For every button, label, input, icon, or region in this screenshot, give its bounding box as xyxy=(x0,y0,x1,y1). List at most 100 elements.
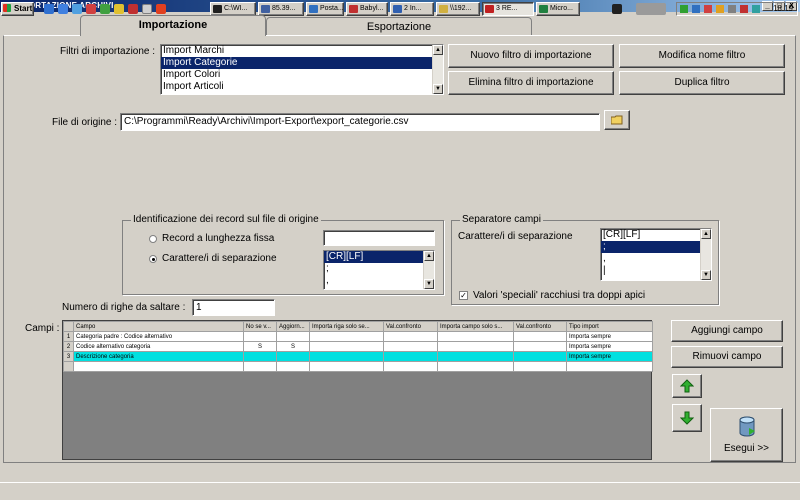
cell[interactable] xyxy=(513,341,567,352)
cell[interactable] xyxy=(383,351,438,362)
cell[interactable] xyxy=(566,361,653,372)
browse-button[interactable] xyxy=(604,110,630,130)
tab-esportazione[interactable]: Esportazione xyxy=(266,17,532,35)
field-sep-item[interactable]: [CR][LF] xyxy=(601,229,711,241)
cell[interactable]: Importa sempre xyxy=(566,331,653,342)
grid-header[interactable]: Aggiorn... xyxy=(276,321,310,332)
quicklaunch-icon[interactable] xyxy=(142,4,152,14)
tray-icon[interactable] xyxy=(704,5,712,13)
tray-icon[interactable] xyxy=(692,5,700,13)
move-up-button[interactable] xyxy=(672,374,702,398)
quicklaunch-icon[interactable] xyxy=(58,4,68,14)
table-row[interactable]: 1 Categoria padre : Codice alternativo I… xyxy=(63,331,653,342)
cell[interactable] xyxy=(309,331,384,342)
record-sep-scrollbar[interactable]: ▲ ▼ xyxy=(423,251,434,289)
quicklaunch-icon[interactable] xyxy=(86,4,96,14)
remove-field-button[interactable]: Rimuovi campo xyxy=(671,346,783,368)
quotes-checkbox[interactable]: ✓ xyxy=(459,291,468,300)
task-button[interactable]: Micro... xyxy=(536,2,580,16)
cell[interactable] xyxy=(243,361,277,372)
duplicate-filter-button[interactable]: Duplica filtro xyxy=(619,71,785,95)
cell[interactable] xyxy=(309,361,384,372)
task-button[interactable]: Posta... xyxy=(306,2,344,16)
add-field-button[interactable]: Aggiungi campo xyxy=(671,320,783,342)
cell[interactable] xyxy=(383,361,438,372)
tray-icon[interactable] xyxy=(716,5,724,13)
filters-scrollbar[interactable]: ▲ ▼ xyxy=(432,45,443,94)
cell[interactable]: S xyxy=(276,341,310,352)
field-sep-scrollbar[interactable]: ▲ ▼ xyxy=(700,229,711,280)
new-filter-button[interactable]: Nuovo filtro di importazione xyxy=(448,44,614,68)
grid-header[interactable]: Val.confronto xyxy=(513,321,567,332)
cell[interactable]: Importa sempre xyxy=(566,351,653,362)
radio-separator[interactable] xyxy=(149,255,157,263)
quicklaunch-icon[interactable] xyxy=(114,4,124,14)
filters-listbox[interactable]: Import Marchi Import Categorie Import Co… xyxy=(160,44,444,95)
task-button[interactable]: 2 In... xyxy=(390,2,434,16)
cell[interactable] xyxy=(437,331,514,342)
cell[interactable] xyxy=(437,361,514,372)
quicklaunch-icon[interactable] xyxy=(100,4,110,14)
cell[interactable] xyxy=(513,351,567,362)
field-sep-item[interactable]: , xyxy=(601,253,711,265)
cell[interactable] xyxy=(243,331,277,342)
move-down-button[interactable] xyxy=(672,404,702,432)
network-icon[interactable] xyxy=(680,5,688,13)
skip-rows-input[interactable]: 1 xyxy=(192,299,275,316)
cell[interactable] xyxy=(276,351,310,362)
cell[interactable] xyxy=(383,341,438,352)
cell[interactable] xyxy=(513,361,567,372)
cell[interactable]: Descrizione categoria xyxy=(73,351,244,362)
table-row-empty[interactable] xyxy=(63,361,653,372)
task-button[interactable]: \\192... xyxy=(436,2,480,16)
cell[interactable]: S xyxy=(243,341,277,352)
scroll-up-icon[interactable]: ▲ xyxy=(433,45,443,55)
grid-header[interactable]: Importa riga solo se... xyxy=(309,321,384,332)
filter-item-selected[interactable]: Import Categorie xyxy=(161,57,443,69)
fixed-length-input[interactable] xyxy=(323,230,435,246)
record-sep-item[interactable]: ; xyxy=(324,263,434,275)
rename-filter-button[interactable]: Modifica nome filtro xyxy=(619,44,785,68)
fields-grid[interactable]: Campo No se v... Aggiorn... Importa riga… xyxy=(62,320,653,460)
table-row[interactable]: 2 Codice alternativo categoria S S Impor… xyxy=(63,341,653,352)
tray-icon[interactable] xyxy=(740,5,748,13)
cell[interactable]: Importa sempre xyxy=(566,341,653,352)
record-sep-item-selected[interactable]: [CR][LF] xyxy=(324,251,434,263)
tray-icon[interactable] xyxy=(752,5,760,13)
cell[interactable]: Categoria padre : Codice alternativo xyxy=(73,331,244,342)
source-file-input[interactable]: C:\Programmi\Ready\Archivi\Import-Export… xyxy=(120,113,600,131)
run-button[interactable]: Esegui >> xyxy=(710,408,783,462)
grid-header[interactable]: Tipo import xyxy=(566,321,653,332)
grid-header[interactable]: Val.confronto xyxy=(383,321,438,332)
cell[interactable] xyxy=(513,331,567,342)
record-separator-listbox[interactable]: [CR][LF] ; , ▲ ▼ xyxy=(323,250,435,290)
radio-fixed-length[interactable] xyxy=(149,235,157,243)
scroll-down-icon[interactable]: ▼ xyxy=(701,270,711,280)
cell[interactable] xyxy=(276,361,310,372)
scroll-up-icon[interactable]: ▲ xyxy=(701,229,711,239)
record-sep-item[interactable]: , xyxy=(324,275,434,287)
table-row-selected[interactable]: 3 Descrizione categoria Importa sempre xyxy=(63,351,653,362)
task-button-active[interactable]: 3 RE... xyxy=(482,2,534,16)
scroll-down-icon[interactable]: ▼ xyxy=(433,84,443,94)
task-button[interactable]: 85.39... xyxy=(258,2,304,16)
grid-header[interactable]: Importa campo solo s... xyxy=(437,321,514,332)
cell[interactable] xyxy=(73,361,244,372)
delete-filter-button[interactable]: Elimina filtro di importazione xyxy=(448,71,614,95)
cell[interactable]: Codice alternativo categoria xyxy=(73,341,244,352)
cell[interactable] xyxy=(243,351,277,362)
cell[interactable] xyxy=(437,341,514,352)
tray-app-icon[interactable] xyxy=(612,4,622,14)
task-button[interactable]: Babyl... xyxy=(346,2,388,16)
grid-header[interactable]: No se v... xyxy=(243,321,277,332)
scroll-down-icon[interactable]: ▼ xyxy=(424,279,434,289)
fields-table[interactable]: Campo No se v... Aggiorn... Importa riga… xyxy=(63,321,653,372)
cell[interactable] xyxy=(309,341,384,352)
cell[interactable] xyxy=(383,331,438,342)
field-sep-item-selected[interactable]: ; xyxy=(601,241,711,253)
task-button[interactable]: C:\WI... xyxy=(210,2,256,16)
scroll-up-icon[interactable]: ▲ xyxy=(424,251,434,261)
cell[interactable] xyxy=(437,351,514,362)
quicklaunch-icon[interactable] xyxy=(156,4,166,14)
field-sep-item[interactable]: | xyxy=(601,265,711,277)
